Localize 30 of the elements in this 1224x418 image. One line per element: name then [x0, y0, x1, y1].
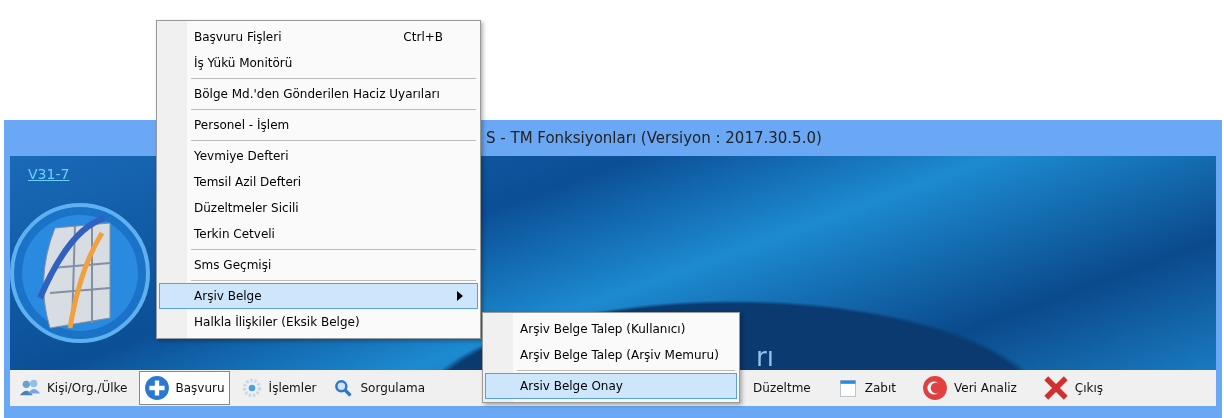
- menu-item[interactable]: Başvuru Fişleri Ctrl+B: [159, 24, 478, 50]
- gear-icon: [240, 378, 263, 398]
- menu-item[interactable]: Arşiv Belge: [159, 283, 478, 309]
- toolbar-button[interactable]: Veri Analiz: [916, 371, 1022, 405]
- menu-item[interactable]: Sms Geçmişi: [159, 252, 478, 278]
- menu-item[interactable]: Personel - İşlem: [159, 112, 478, 138]
- window-title: S - TM Fonksiyonları (Versiyon : 2017.30.5.0): [486, 129, 822, 147]
- toolbar-button[interactable]: Kişi/Org./Ülke: [14, 374, 133, 402]
- menu-item[interactable]: Arşiv Belge Talep (Arşiv Memuru): [485, 342, 737, 368]
- menu-item[interactable]: Arşiv Belge Talep (Kullanıcı): [485, 316, 737, 342]
- close-icon: [1042, 375, 1069, 401]
- submenu-arrow-icon: [457, 291, 463, 301]
- menu-item[interactable]: Arsiv Belge Onay: [485, 373, 737, 399]
- menu-item[interactable]: Terkin Cetveli: [159, 221, 478, 247]
- toolbar-button[interactable]: Çıkış: [1037, 371, 1109, 405]
- banner-caption: rı: [756, 342, 774, 372]
- menu-item[interactable]: Bölge Md.'den Gönderilen Haciz Uyarıları: [159, 81, 478, 107]
- toolbar-button[interactable]: İşlemler: [235, 374, 322, 402]
- plus-icon: [143, 375, 170, 401]
- menu-item[interactable]: Temsil Azil Defteri: [159, 169, 478, 195]
- crescent-icon: [921, 375, 948, 401]
- menu-item[interactable]: İş Yükü Monitörü: [159, 50, 478, 76]
- menu-item[interactable]: Düzeltmeler Sicili: [159, 195, 478, 221]
- toolbar-button[interactable]: Sorgulama: [327, 374, 431, 402]
- menu-item[interactable]: Yevmiye Defteri: [159, 143, 478, 169]
- toolbar-button[interactable]: Düzeltme: [748, 377, 816, 399]
- people-icon: [19, 378, 41, 398]
- toolbar-button[interactable]: Zabıt: [831, 374, 901, 402]
- menu-item[interactable]: Halkla İlişkiler (Eksik Belge): [159, 309, 478, 335]
- toolbar-button[interactable]: Başvuru: [138, 371, 230, 405]
